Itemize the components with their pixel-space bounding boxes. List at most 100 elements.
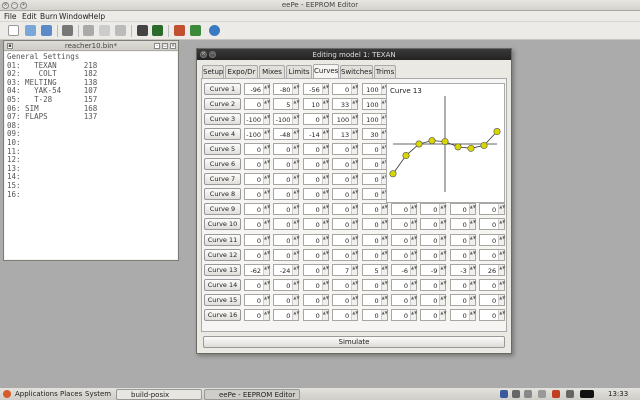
spin-arrows-icon[interactable]: ▲▼ (292, 309, 300, 320)
new-file-icon[interactable] (8, 25, 19, 36)
spin-arrows-icon[interactable]: ▲▼ (321, 264, 329, 275)
maximize-icon[interactable]: ▫ (162, 43, 168, 49)
spin-arrows-icon[interactable]: ▲▼ (263, 204, 270, 215)
mail-icon[interactable] (524, 390, 532, 398)
workspace-switcher[interactable] (580, 390, 594, 398)
curve-point-spinbox[interactable]: 7 ▲▼ (332, 263, 358, 276)
curve-point-spinbox[interactable]: 0 ▲▼ (302, 143, 329, 156)
spin-arrows-icon[interactable]: ▲▼ (351, 264, 358, 275)
curve-point-spinbox[interactable]: -100 ▲▼ (273, 113, 300, 126)
spin-arrows-icon[interactable]: ▲▼ (263, 114, 270, 125)
spin-arrows-icon[interactable]: ▲▼ (321, 204, 329, 215)
menu-window[interactable]: Window (59, 12, 89, 21)
spin-arrows-icon[interactable]: ▲▼ (292, 84, 300, 94)
spin-arrows-icon[interactable]: ▲▼ (498, 309, 505, 320)
spin-arrows-icon[interactable]: ▲▼ (321, 174, 329, 185)
model-list-line[interactable]: 07: FLAPS 137 (7, 113, 175, 122)
curve-point-spinbox[interactable]: 5 ▲▼ (361, 263, 388, 276)
spin-arrows-icon[interactable]: ▲▼ (321, 144, 329, 155)
curve-point-spinbox[interactable]: 0 ▲▼ (420, 203, 447, 216)
curve-point-spinbox[interactable]: 5 ▲▼ (273, 98, 300, 111)
curve-point-spinbox[interactable]: 0 ▲▼ (273, 308, 300, 321)
read-flash-icon[interactable] (174, 25, 185, 36)
curve-point-spinbox[interactable]: 0 ▲▼ (361, 188, 388, 201)
curve-point-spinbox[interactable]: 0 ▲▼ (273, 158, 300, 171)
curve-point-spinbox[interactable]: 0 ▲▼ (244, 308, 270, 321)
curve-edit-button[interactable]: Curve 7 (204, 173, 241, 186)
tab-trims[interactable]: Trims (374, 65, 396, 78)
refresh-icon[interactable] (209, 25, 220, 36)
curve-edit-button[interactable]: Curve 3 (204, 113, 241, 126)
curve-point-spinbox[interactable]: 0 ▲▼ (420, 218, 447, 231)
minimize-icon[interactable]: - (154, 43, 160, 49)
taskbar-applications-menu[interactable]: Applications (15, 390, 58, 398)
curve-point-spinbox[interactable]: 0 ▲▼ (244, 188, 270, 201)
curve-edit-button[interactable]: Curve 8 (204, 188, 241, 201)
curve-point-spinbox[interactable]: 0 ▲▼ (332, 218, 358, 231)
curve-point-spinbox[interactable]: 0 ▲▼ (273, 293, 300, 306)
spin-arrows-icon[interactable]: ▲▼ (439, 249, 447, 260)
curve-point-spinbox[interactable]: 0 ▲▼ (449, 233, 476, 246)
curve-point-spinbox[interactable]: 0 ▲▼ (449, 218, 476, 231)
spin-arrows-icon[interactable]: ▲▼ (263, 294, 270, 305)
paste-icon[interactable] (115, 25, 126, 36)
curve-point-spinbox[interactable]: 0 ▲▼ (449, 248, 476, 261)
spin-arrows-icon[interactable]: ▲▼ (468, 294, 476, 305)
curve-edit-button[interactable]: Curve 14 (204, 278, 241, 291)
curve-point-spinbox[interactable]: 0 ▲▼ (361, 173, 388, 186)
menu-edit[interactable]: Edit (22, 12, 37, 21)
curve-point-spinbox[interactable]: 100 ▲▼ (332, 113, 358, 126)
model-list-line[interactable]: 14: (7, 173, 175, 182)
curve-point-spinbox[interactable]: -80 ▲▼ (273, 83, 300, 95)
curve-edit-button[interactable]: Curve 5 (204, 143, 241, 156)
curve-point-spinbox[interactable]: 0 ▲▼ (420, 308, 447, 321)
cut-icon[interactable] (83, 25, 94, 36)
tab-mixes[interactable]: Mixes (259, 65, 285, 78)
spin-arrows-icon[interactable]: ▲▼ (351, 294, 358, 305)
curve-edit-button[interactable]: Curve 16 (204, 308, 241, 321)
spin-arrows-icon[interactable]: ▲▼ (351, 279, 358, 290)
spin-arrows-icon[interactable]: ▲▼ (468, 264, 476, 275)
curve-point-spinbox[interactable]: -100 ▲▼ (244, 113, 270, 126)
spin-arrows-icon[interactable]: ▲▼ (321, 84, 329, 94)
spin-arrows-icon[interactable]: ▲▼ (439, 204, 447, 215)
task-eepe[interactable]: eePe - EEPROM Editor (204, 389, 300, 400)
spin-arrows-icon[interactable]: ▲▼ (351, 234, 358, 245)
spin-arrows-icon[interactable]: ▲▼ (263, 159, 270, 170)
menu-file[interactable]: File (4, 12, 17, 21)
spin-arrows-icon[interactable]: ▲▼ (292, 204, 300, 215)
spin-arrows-icon[interactable]: ▲▼ (263, 99, 270, 110)
spin-arrows-icon[interactable]: ▲▼ (498, 264, 505, 275)
curve-point-spinbox[interactable]: 0 ▲▼ (302, 308, 329, 321)
curve-point-spinbox[interactable]: 0 ▲▼ (420, 293, 447, 306)
spin-arrows-icon[interactable]: ▲▼ (439, 309, 447, 320)
curve-point-spinbox[interactable]: 0 ▲▼ (244, 278, 270, 291)
curve-point-spinbox[interactable]: 0 ▲▼ (273, 278, 300, 291)
spin-arrows-icon[interactable]: ▲▼ (263, 144, 270, 155)
curve-point-handle[interactable] (389, 170, 397, 178)
spin-arrows-icon[interactable]: ▲▼ (292, 264, 300, 275)
model-list-line[interactable]: 15: (7, 181, 175, 191)
spin-arrows-icon[interactable]: ▲▼ (410, 264, 417, 275)
curve-point-spinbox[interactable]: 33 ▲▼ (332, 98, 358, 111)
spin-arrows-icon[interactable]: ▲▼ (292, 249, 300, 260)
spin-arrows-icon[interactable]: ▲▼ (292, 174, 300, 185)
spin-arrows-icon[interactable]: ▲▼ (380, 264, 388, 275)
curve-edit-button[interactable]: Curve 10 (204, 218, 241, 231)
curve-point-handle[interactable] (467, 144, 475, 152)
curve-point-spinbox[interactable]: 0 ▲▼ (479, 308, 505, 321)
curve-point-spinbox[interactable]: 100 ▲▼ (361, 98, 388, 111)
curve-point-spinbox[interactable]: 0 ▲▼ (479, 203, 505, 216)
spin-arrows-icon[interactable]: ▲▼ (292, 234, 300, 245)
curve-point-spinbox[interactable]: 0 ▲▼ (361, 218, 388, 231)
spin-arrows-icon[interactable]: ▲▼ (439, 234, 447, 245)
spin-arrows-icon[interactable]: ▲▼ (380, 279, 388, 290)
tab-setup[interactable]: Setup (202, 65, 224, 78)
curve-point-spinbox[interactable]: 0 ▲▼ (420, 233, 447, 246)
curve-point-spinbox[interactable]: 0 ▲▼ (391, 293, 417, 306)
curve-point-spinbox[interactable]: 0 ▲▼ (244, 203, 270, 216)
curve-point-spinbox[interactable]: 0 ▲▼ (302, 203, 329, 216)
network-icon[interactable] (512, 390, 520, 398)
curve-point-spinbox[interactable]: 0 ▲▼ (391, 308, 417, 321)
curve-point-spinbox[interactable]: 0 ▲▼ (361, 248, 388, 261)
